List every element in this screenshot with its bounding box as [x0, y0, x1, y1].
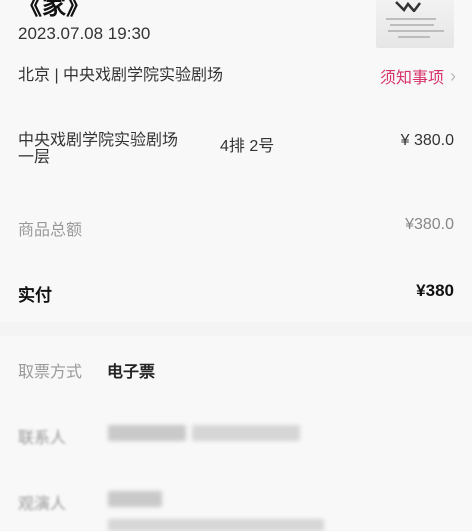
poster-scribble-icon: [395, 1, 421, 12]
ticket-method-label: 取票方式: [18, 364, 83, 381]
ticket-seat: 4排 2号: [220, 138, 275, 155]
order-info-card: 《家》 2023.07.08 19:30 北京 | 中央戏剧学院实验剧场 须知事…: [0, 0, 472, 322]
paid-value: ¥380: [416, 281, 454, 300]
notice-label: 须知事项: [379, 70, 444, 87]
ticket-method-value: 电子票: [107, 364, 156, 381]
viewer-label: 观演人: [18, 496, 67, 513]
contact-label: 联系人: [18, 430, 67, 447]
delivery-info-card: 取票方式 电子票 联系人 观演人: [0, 336, 472, 531]
show-datetime: 2023.07.08 19:30: [18, 24, 151, 43]
goods-total-label: 商品总额: [18, 222, 83, 239]
notice-link[interactable]: 须知事项 ›: [380, 64, 456, 88]
ticket-price: ¥ 380.0: [400, 132, 454, 149]
show-title: 《家》: [18, 0, 90, 20]
show-poster-image[interactable]: [376, 0, 454, 48]
chevron-right-icon: ›: [450, 65, 456, 86]
paid-label: 实付: [18, 286, 52, 305]
goods-total-value: ¥380.0: [405, 216, 454, 233]
ticket-venue: 中央戏剧学院实验剧场 一层: [18, 132, 179, 166]
show-venue: 北京 | 中央戏剧学院实验剧场: [18, 67, 224, 84]
